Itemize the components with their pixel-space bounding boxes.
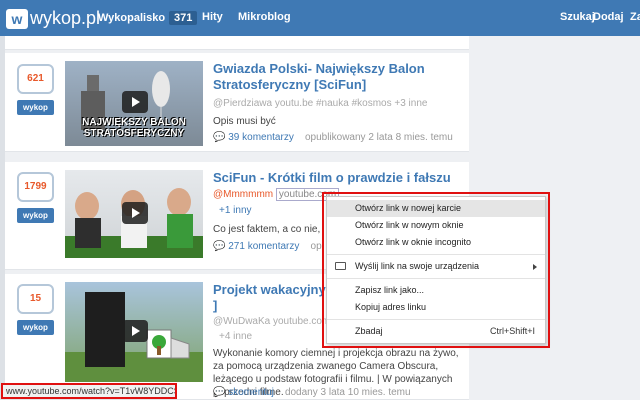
link-footer: 💬 39 komentarzy opublikowany 2 lata 8 mi… (213, 132, 453, 143)
author-link[interactable]: @Mmmmmm (213, 189, 273, 200)
comment-icon: 💬 (213, 241, 226, 252)
link-meta: @WuDwaKa youtube.com (213, 316, 330, 327)
vote-count: 1799 (17, 172, 54, 202)
ctx-open-new-window[interactable]: Otwórz link w nowym oknie (327, 217, 545, 234)
nav-hity[interactable]: Hity (202, 11, 223, 23)
wykop-button[interactable]: wykop (17, 100, 54, 115)
published-date: op (310, 241, 322, 252)
ctx-separator (327, 278, 545, 279)
link-footer: 💬 skomentuj dodany 3 lata 10 mies. temu (213, 387, 411, 398)
link-item: 621 wykop NAJWIĘKSZY BALON STRATOSFERYCZ… (5, 53, 469, 152)
devices-icon (335, 262, 346, 270)
more-tags[interactable]: +4 inne (219, 331, 252, 342)
domain-link[interactable]: youtu.be (275, 98, 313, 109)
comments-link[interactable]: 271 komentarzy (228, 241, 299, 252)
ctx-inspect[interactable]: Zbadaj Ctrl+Shift+I (327, 323, 545, 340)
author-link[interactable]: @Pierdziawa (213, 98, 272, 109)
tag-list[interactable]: #nauka #kosmos +3 inne (316, 98, 427, 109)
video-thumbnail[interactable] (65, 170, 203, 258)
ctx-separator (327, 319, 545, 320)
comments-link[interactable]: skomentuj (228, 387, 274, 398)
wykopalisko-count-badge: 371 (169, 11, 198, 25)
author-link[interactable]: @WuDwaKa (213, 316, 270, 327)
logo-icon: w (6, 8, 28, 29)
ctx-send-to-devices[interactable]: Wyślij link na swoje urządzenia (327, 258, 545, 275)
ctx-copy-link-address[interactable]: Kopiuj adres linku (327, 299, 545, 316)
play-icon (122, 202, 148, 224)
play-icon (122, 320, 148, 342)
nav-mikroblog[interactable]: Mikroblog (238, 11, 291, 23)
top-nav-bar: w wykop.pl Wykopalisko 371 Hity Mikroblog… (0, 0, 640, 36)
submenu-arrow-icon (533, 264, 537, 270)
ctx-inspect-shortcut: Ctrl+Shift+I (489, 326, 535, 336)
video-thumbnail[interactable]: NAJWIĘKSZY BALON STRATOSFERYCZNY (65, 61, 203, 146)
logo-text: wykop.pl (30, 8, 101, 28)
nav-zaloguj[interactable]: Zaloguj (630, 11, 640, 23)
comment-icon: 💬 (213, 387, 226, 398)
nav-szukaj[interactable]: Szukaj (560, 11, 595, 23)
link-title[interactable]: Gwiazda Polski- Największy Balon Stratos… (213, 61, 463, 93)
link-meta: @Pierdziawa youtu.be #nauka #kosmos +3 i… (213, 98, 427, 109)
ctx-open-incognito[interactable]: Otwórz link w oknie incognito (327, 234, 545, 251)
link-footer: 💬 271 komentarzy op (213, 241, 322, 252)
ctx-inspect-label: Zbadaj (355, 326, 383, 336)
published-date: opublikowany 2 lata 8 mies. temu (304, 132, 453, 143)
ctx-open-new-tab[interactable]: Otwórz link w nowej karcie (327, 200, 545, 217)
vote-count: 15 (17, 284, 54, 314)
link-title[interactable]: SciFun - Krótki film o prawdzie i fałszu (213, 170, 463, 186)
thumbnail-text-line1: NAJWIĘKSZY BALON (82, 117, 186, 128)
ctx-save-link-as[interactable]: Zapisz link jako... (327, 282, 545, 299)
ctx-separator (327, 254, 545, 255)
status-bar-url: www.youtube.com/watch?v=T1vW8YDDCSc (1, 383, 177, 399)
wykop-button[interactable]: wykop (17, 320, 54, 335)
vote-box: 1799 wykop (17, 172, 54, 223)
more-tags[interactable]: +1 inny (219, 205, 252, 216)
link-meta: @Mmmmmm youtube.com (213, 188, 340, 201)
wykop-button[interactable]: wykop (17, 208, 54, 223)
vote-box: 15 wykop (17, 284, 54, 335)
ctx-send-to-devices-label: Wyślij link na swoje urządzenia (355, 261, 479, 271)
thumbnail-text-line2: STRATOSFERYCZNY (83, 128, 185, 139)
previous-card-fragment (5, 36, 469, 50)
vote-count: 621 (17, 64, 54, 94)
published-date: dodany 3 lata 10 mies. temu (284, 387, 411, 398)
site-logo[interactable]: w wykop.pl (6, 8, 100, 29)
nav-wykopalisko-label: Wykopalisko (98, 12, 166, 24)
nav-wykopalisko[interactable]: Wykopalisko 371 (98, 11, 198, 25)
vote-box: 621 wykop (17, 64, 54, 115)
nav-dodaj[interactable]: Dodaj (593, 11, 624, 23)
link-description: Opis musi być (213, 116, 276, 127)
domain-link[interactable]: youtube.com (273, 316, 330, 327)
comment-icon: 💬 (213, 132, 226, 143)
play-icon (122, 91, 148, 113)
link-description: Co jest faktem, a co nie, w (213, 224, 323, 235)
context-menu: Otwórz link w nowej karcie Otwórz link w… (326, 196, 546, 344)
comments-link[interactable]: 39 komentarzy (228, 132, 294, 143)
video-thumbnail[interactable] (65, 282, 203, 382)
